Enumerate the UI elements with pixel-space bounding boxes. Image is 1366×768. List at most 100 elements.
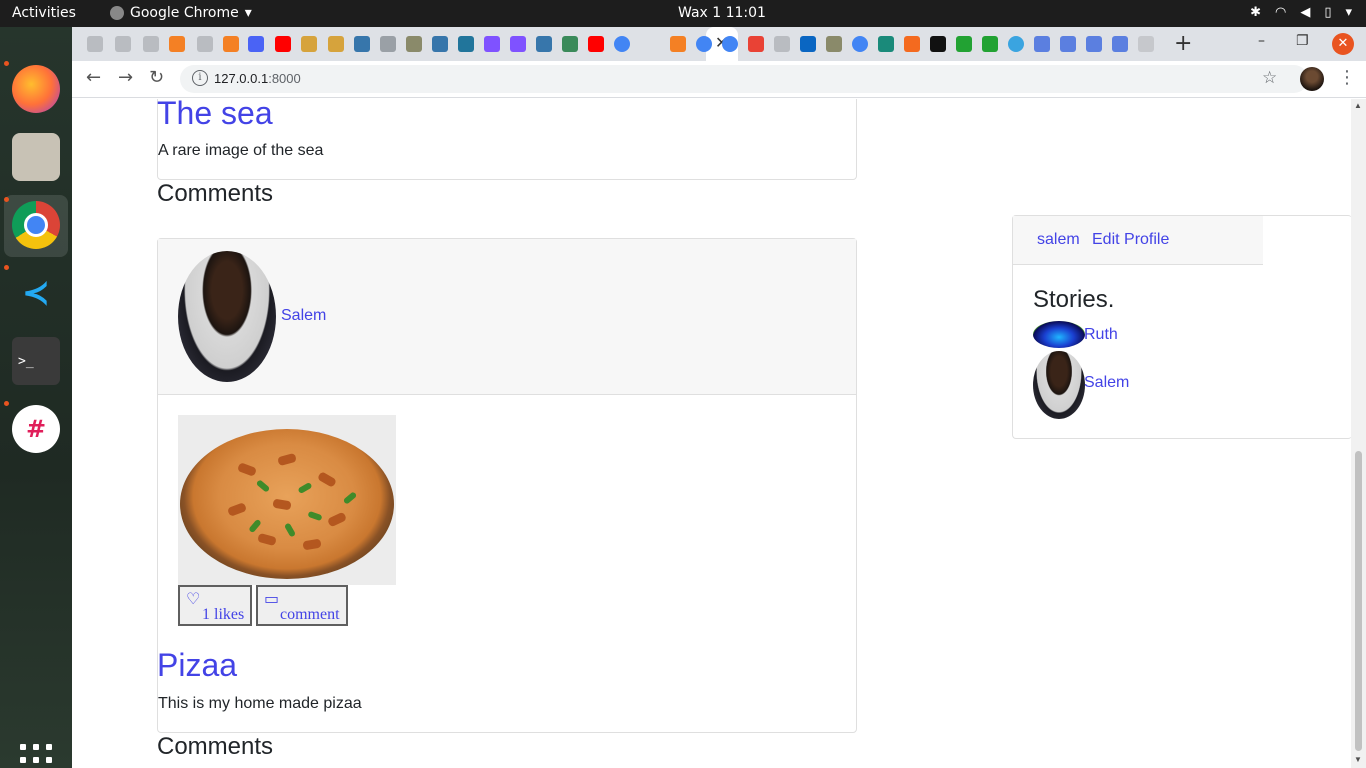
profile-username-link[interactable]: salem	[1037, 231, 1080, 249]
bookmark-star-icon[interactable]: ☆	[1262, 68, 1277, 88]
tab-favicon[interactable]	[115, 36, 131, 52]
avatar	[178, 251, 276, 382]
speech-bubble-icon: ▭	[264, 589, 280, 608]
profile-avatar[interactable]	[1300, 67, 1324, 91]
terminal-icon[interactable]: >_	[12, 337, 60, 385]
comments-heading: Comments	[157, 180, 274, 207]
story-avatar[interactable]	[1033, 321, 1085, 348]
page-viewport: The sea A rare image of the sea Comments…	[72, 99, 1366, 768]
tab-favicon[interactable]	[956, 36, 972, 52]
likes-count: 1 likes	[202, 606, 245, 623]
running-indicator	[4, 61, 9, 66]
youtube-tab-icon[interactable]	[588, 36, 604, 52]
tab-favicon[interactable]	[904, 36, 920, 52]
activities-button[interactable]: Activities	[12, 5, 76, 21]
url-text[interactable]: 127.0.0.1:8000	[214, 71, 301, 86]
zoom-tab-icon[interactable]	[248, 36, 264, 52]
comment-button[interactable]: ▭ comment	[256, 585, 348, 626]
tab-favicon[interactable]	[328, 36, 344, 52]
wifi-icon[interactable]: ◠	[1275, 5, 1286, 20]
comment-label: comment	[280, 606, 340, 623]
reload-icon[interactable]: ↻	[149, 67, 164, 88]
app-menu[interactable]: Google Chrome ▾	[110, 5, 252, 21]
chevron-down-icon[interactable]: ▾	[1345, 5, 1352, 20]
google-tab-icon[interactable]	[852, 36, 868, 52]
minimize-icon[interactable]: –	[1258, 33, 1265, 49]
window-close-button[interactable]: ✕	[1332, 33, 1354, 55]
address-bar[interactable]: i 127.0.0.1:8000	[180, 65, 1308, 93]
forward-icon[interactable]: →	[118, 67, 133, 88]
slack-icon[interactable]: #	[12, 405, 60, 453]
system-tray[interactable]: ✱ ◠ ◀ ▯ ▾	[1250, 5, 1352, 20]
search-tab-icon[interactable]	[1112, 36, 1128, 52]
story-avatar[interactable]	[1033, 351, 1085, 419]
chrome-app-icon	[110, 6, 124, 20]
slack-tray-icon[interactable]: ✱	[1250, 5, 1261, 20]
clock[interactable]: Wax 1 11:01	[678, 5, 766, 21]
post-title-link[interactable]: The sea	[157, 99, 273, 132]
search-tab-icon[interactable]	[1086, 36, 1102, 52]
dock: ≺ >_ #	[0, 27, 72, 768]
tab-favicon[interactable]	[826, 36, 842, 52]
kotlin-tab-icon[interactable]	[484, 36, 500, 52]
post-title-link[interactable]: Pizaa	[157, 647, 237, 684]
tab-favicon[interactable]	[774, 36, 790, 52]
page-scrollbar[interactable]: ▲ ▼	[1351, 99, 1366, 768]
show-applications-icon[interactable]	[20, 744, 52, 768]
google-tab-icon[interactable]	[696, 36, 712, 52]
sidebar-header: salem Edit Profile	[1013, 216, 1263, 265]
python-tab-icon[interactable]	[536, 36, 552, 52]
google-tab-icon[interactable]	[614, 36, 630, 52]
stackoverflow-tab-icon[interactable]	[169, 36, 185, 52]
tab-favicon[interactable]	[878, 36, 894, 52]
running-indicator	[4, 401, 9, 406]
tab-favicon[interactable]	[406, 36, 422, 52]
post-image[interactable]	[178, 415, 396, 585]
google-tab-icon[interactable]	[722, 36, 738, 52]
maximize-icon[interactable]: ❐	[1296, 33, 1309, 49]
post-description: This is my home made pizaa	[158, 695, 362, 712]
search-tab-icon[interactable]	[1060, 36, 1076, 52]
new-tab-button[interactable]: +	[1174, 31, 1192, 56]
wordpress-tab-icon[interactable]	[458, 36, 474, 52]
tab-favicon[interactable]	[748, 36, 764, 52]
back-icon[interactable]: ←	[86, 67, 101, 88]
youtube-tab-icon[interactable]	[275, 36, 291, 52]
tab-favicon[interactable]	[1138, 36, 1154, 52]
site-info-icon[interactable]: i	[192, 70, 208, 86]
story-link[interactable]: Ruth	[1084, 326, 1118, 344]
battery-icon[interactable]: ▯	[1324, 5, 1331, 20]
chevron-down-icon: ▾	[244, 5, 252, 21]
python-tab-icon[interactable]	[354, 36, 370, 52]
github-tab-icon[interactable]	[380, 36, 396, 52]
stories-heading: Stories.	[1033, 286, 1115, 313]
tab-favicon[interactable]	[301, 36, 317, 52]
stackoverflow-tab-icon[interactable]	[223, 36, 239, 52]
volume-icon[interactable]: ◀	[1300, 5, 1310, 20]
tab-favicon[interactable]	[562, 36, 578, 52]
linkedin-tab-icon[interactable]	[800, 36, 816, 52]
tab-favicon[interactable]	[1008, 36, 1024, 52]
files-icon[interactable]	[12, 133, 60, 181]
author-link[interactable]: Salem	[281, 307, 326, 325]
menu-icon[interactable]: ⋮	[1338, 67, 1356, 88]
tab-favicon[interactable]	[197, 36, 213, 52]
edit-profile-link[interactable]: Edit Profile	[1092, 231, 1169, 249]
python-tab-icon[interactable]	[432, 36, 448, 52]
search-tab-icon[interactable]	[1034, 36, 1050, 52]
vscode-icon[interactable]: ≺	[12, 269, 60, 317]
tab-strip: ✕ + – ❐ ✕	[72, 27, 1366, 61]
tab-favicon[interactable]	[982, 36, 998, 52]
story-link[interactable]: Salem	[1084, 374, 1129, 392]
scroll-up-arrow-icon[interactable]: ▲	[1354, 101, 1362, 110]
tab-favicon[interactable]	[930, 36, 946, 52]
chrome-icon[interactable]	[12, 201, 60, 249]
scrollbar-thumb[interactable]	[1355, 451, 1362, 751]
tab-favicon[interactable]	[87, 36, 103, 52]
tab-favicon[interactable]	[143, 36, 159, 52]
kotlin-tab-icon[interactable]	[510, 36, 526, 52]
scroll-down-arrow-icon[interactable]: ▼	[1354, 755, 1362, 764]
stackoverflow-tab-icon[interactable]	[670, 36, 686, 52]
like-button[interactable]: ♡ 1 likes	[178, 585, 252, 626]
firefox-icon[interactable]	[12, 65, 60, 113]
